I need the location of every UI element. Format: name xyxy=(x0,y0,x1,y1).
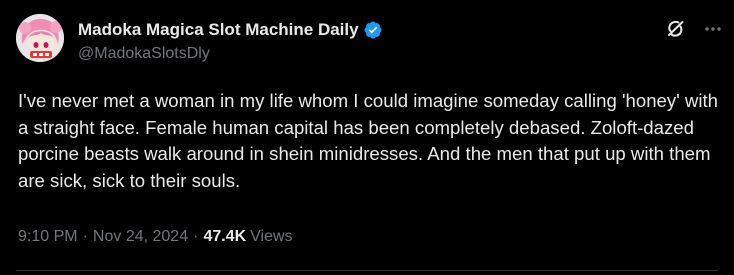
author-display-name[interactable]: Madoka Magica Slot Machine Daily xyxy=(78,20,359,40)
author-name-row: Madoka Magica Slot Machine Daily xyxy=(78,19,383,41)
tweet-text: I've never met a woman in my life whom I… xyxy=(18,90,718,191)
avatar[interactable] xyxy=(16,14,64,62)
tweet-time[interactable]: 9:10 PM xyxy=(18,228,78,246)
tweet-meta: 9:10 PM · Nov 24, 2024 · 47.4K Views xyxy=(18,228,293,246)
divider xyxy=(16,270,718,271)
verified-badge-icon[interactable] xyxy=(363,20,383,40)
meta-separator: · xyxy=(193,228,199,245)
tweet: Madoka Magica Slot Machine Daily @Madoka… xyxy=(0,0,734,275)
author-handle[interactable]: @MadokaSlotsDly xyxy=(78,45,210,63)
meta-separator: · xyxy=(82,228,88,245)
views-label: Views xyxy=(250,228,293,245)
more-options-icon[interactable] xyxy=(703,19,723,39)
grok-icon[interactable] xyxy=(664,17,688,41)
tweet-date[interactable]: Nov 24, 2024 xyxy=(93,228,188,246)
views-count[interactable]: 47.4K xyxy=(203,228,246,246)
anime-girl-avatar-icon xyxy=(16,14,64,62)
